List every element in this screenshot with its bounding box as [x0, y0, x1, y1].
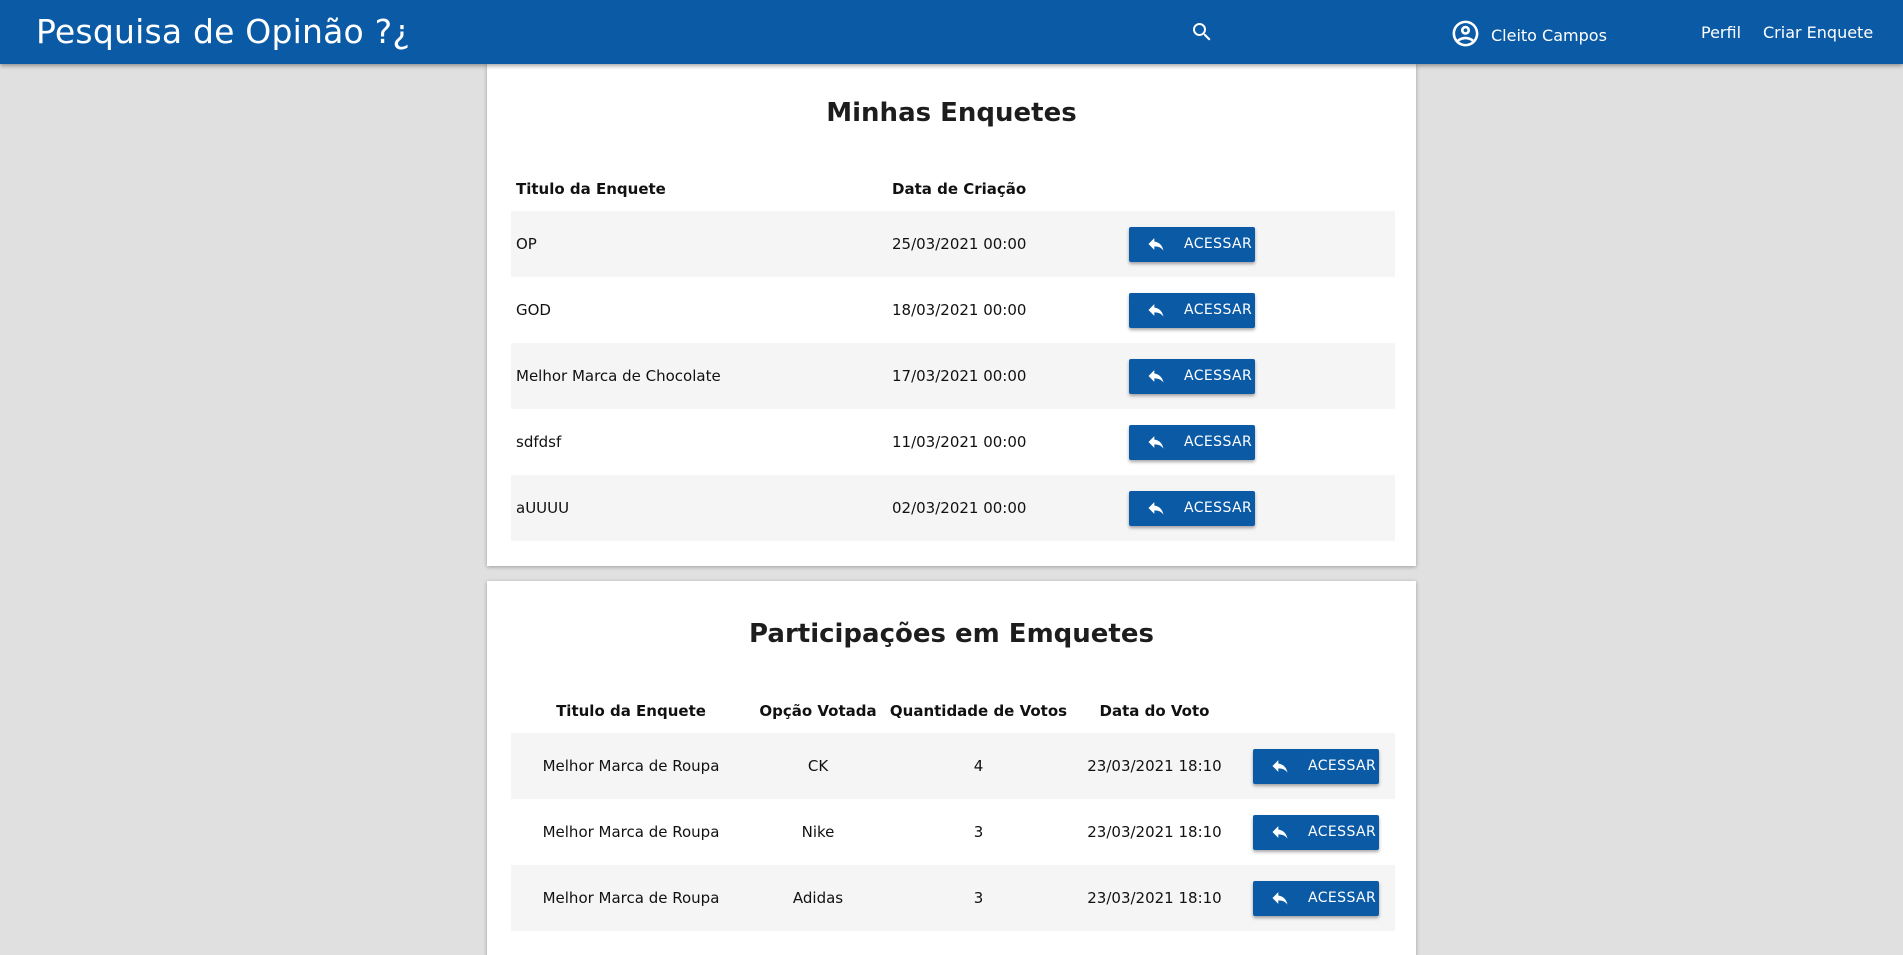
vote-date-cell: 23/03/2021 18:10 [1087, 823, 1222, 841]
reply-icon [1146, 432, 1166, 452]
acessar-button[interactable]: ACESSAR [1253, 748, 1379, 784]
acessar-button-label: ACESSAR [1184, 236, 1253, 252]
participations-card: Participações em Emquetes Titulo da Enqu… [487, 581, 1416, 955]
acessar-button-label: ACESSAR [1308, 758, 1377, 774]
vote-count-cell: 3 [885, 865, 1072, 931]
reply-icon [1270, 888, 1290, 908]
voted-option-cell: Nike [801, 823, 835, 841]
my-polls-body: OP 25/03/2021 00:00 ACESSAR GOD 18/03/2021 0… [511, 211, 1395, 541]
acessar-button-label: ACESSAR [1308, 824, 1377, 840]
poll-title-cell: Melhor Marca de Roupa [542, 823, 720, 841]
acessar-button[interactable]: ACESSAR [1129, 226, 1255, 262]
column-header-actions [1129, 167, 1395, 211]
voted-option-cell: Adidas [751, 865, 885, 931]
action-cell: ACESSAR [1129, 211, 1395, 277]
reply-icon [1270, 822, 1290, 842]
poll-title-cell: GOD [516, 301, 551, 319]
creation-date-cell: 25/03/2021 00:00 [887, 211, 1129, 277]
reply-icon [1270, 756, 1290, 776]
poll-title-cell: Melhor Marca de Roupa [511, 733, 751, 799]
acessar-button[interactable]: ACESSAR [1129, 358, 1255, 394]
reply-icon [1146, 300, 1166, 320]
participations-table: Titulo da Enquete Opção Votada Quantidad… [511, 689, 1395, 931]
acessar-button-label: ACESSAR [1308, 890, 1377, 906]
reply-icon [1146, 498, 1166, 518]
action-cell: ACESSAR [1129, 475, 1395, 541]
table-row: GOD 18/03/2021 00:00 ACESSAR [511, 277, 1395, 343]
table-row: Melhor Marca de Chocolate 17/03/2021 00:0… [511, 343, 1395, 409]
action-cell: ACESSAR [1237, 865, 1395, 931]
creation-date-cell: 17/03/2021 00:00 [887, 343, 1129, 409]
my-polls-card: Minhas Enquetes Titulo da Enquete Data d… [487, 64, 1416, 566]
vote-date-cell: 23/03/2021 18:10 [1072, 733, 1237, 799]
poll-title-cell: aUUUU [511, 475, 887, 541]
voted-option-cell: CK [751, 733, 885, 799]
nav-perfil-link[interactable]: Perfil [1701, 23, 1741, 42]
creation-date-cell: 02/03/2021 00:00 [887, 475, 1129, 541]
poll-title-cell: sdfdsf [516, 433, 562, 451]
reply-icon [1146, 366, 1166, 386]
table-row: Melhor Marca de Roupa CK 4 23/03/2021 18:10… [511, 733, 1395, 799]
vote-count-cell: 3 [973, 823, 984, 841]
acessar-button-label: ACESSAR [1184, 302, 1253, 318]
my-polls-title: Minhas Enquetes [826, 98, 1077, 128]
table-header-row: Titulo da Enquete Opção Votada Quantidad… [511, 689, 1395, 733]
acessar-button-label: ACESSAR [1184, 368, 1253, 384]
acessar-button[interactable]: ACESSAR [1129, 292, 1255, 328]
action-cell: ACESSAR [1237, 799, 1395, 865]
user-name: Cleito Campos [1491, 26, 1607, 45]
user-menu[interactable]: Cleito Campos [1450, 18, 1607, 53]
column-header-actions [1237, 689, 1395, 733]
acessar-button-label: ACESSAR [1184, 434, 1253, 450]
table-row: sdfdsf 11/03/2021 00:00 ACESSAR [511, 409, 1395, 475]
table-header-row: Titulo da Enquete Data de Criação [511, 167, 1395, 211]
table-row: OP 25/03/2021 00:00 ACESSAR [511, 211, 1395, 277]
acessar-button[interactable]: ACESSAR [1253, 814, 1379, 850]
column-header-vote-count: Quantidade de Votos [889, 702, 1068, 720]
action-cell: ACESSAR [1237, 733, 1395, 799]
acessar-button[interactable]: ACESSAR [1253, 880, 1379, 916]
my-polls-table: Titulo da Enquete Data de Criação OP 25/0… [511, 167, 1395, 541]
nav-criar-enquete-link[interactable]: Criar Enquete [1763, 23, 1873, 42]
column-header-title: Titulo da Enquete [516, 180, 666, 198]
table-row: Melhor Marca de Roupa Nike 3 23/03/2021 18:… [511, 799, 1395, 865]
column-header-creation-date: Data de Criação [892, 180, 1027, 198]
search-icon[interactable] [1190, 20, 1214, 44]
acessar-button[interactable]: ACESSAR [1129, 490, 1255, 526]
table-row: aUUUU 02/03/2021 00:00 ACESSAR [511, 475, 1395, 541]
creation-date-cell: 18/03/2021 00:00 [892, 301, 1027, 319]
participations-body: Melhor Marca de Roupa CK 4 23/03/2021 18:10… [511, 733, 1395, 931]
acessar-button-label: ACESSAR [1184, 500, 1253, 516]
action-cell: ACESSAR [1129, 409, 1395, 475]
vote-count-cell: 4 [885, 733, 1072, 799]
creation-date-cell: 11/03/2021 00:00 [892, 433, 1027, 451]
participations-title: Participações em Emquetes [749, 619, 1154, 649]
poll-title-cell: OP [511, 211, 887, 277]
table-row: Melhor Marca de Roupa Adidas 3 23/03/2021 1… [511, 865, 1395, 931]
app-title[interactable]: Pesquisa de Opinão ?¿ [36, 12, 410, 51]
poll-title-cell: Melhor Marca de Chocolate [511, 343, 887, 409]
account-circle-icon [1450, 18, 1481, 53]
column-header-vote-date: Data do Voto [1099, 702, 1210, 720]
action-cell: ACESSAR [1129, 343, 1395, 409]
reply-icon [1146, 234, 1166, 254]
vote-date-cell: 23/03/2021 18:10 [1072, 865, 1237, 931]
action-cell: ACESSAR [1129, 277, 1395, 343]
app-bar: Pesquisa de Opinão ?¿ Cleito Campos Perf… [0, 0, 1903, 64]
acessar-button[interactable]: ACESSAR [1129, 424, 1255, 460]
column-header-voted-option: Opção Votada [759, 702, 877, 720]
column-header-title: Titulo da Enquete [556, 702, 706, 720]
poll-title-cell: Melhor Marca de Roupa [511, 865, 751, 931]
